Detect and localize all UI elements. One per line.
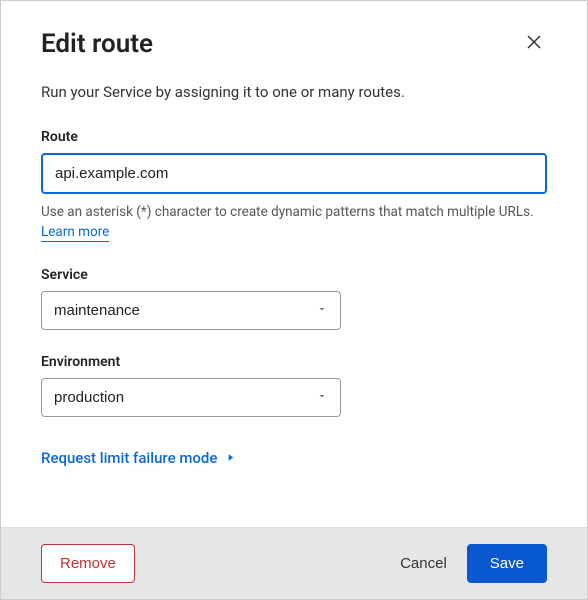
environment-select-wrapper: production <box>41 378 341 417</box>
request-limit-expand[interactable]: Request limit failure mode <box>41 449 236 467</box>
dialog-description: Run your Service by assigning it to one … <box>41 83 547 101</box>
environment-field: Environment production <box>41 354 547 417</box>
caret-down-icon <box>316 302 328 319</box>
dialog-title: Edit route <box>41 29 153 59</box>
environment-select[interactable]: production <box>41 378 341 417</box>
dialog-body: Edit route Run your Service by assigning… <box>1 1 587 527</box>
close-button[interactable] <box>521 29 547 58</box>
route-help-text: Use an asterisk (*) character to create … <box>41 202 547 243</box>
close-icon <box>525 33 543 51</box>
route-help-prefix: Use an asterisk (*) character to create … <box>41 204 534 220</box>
remove-button[interactable]: Remove <box>41 544 135 583</box>
footer-right-group: Cancel Save <box>400 544 547 583</box>
service-field: Service maintenance <box>41 267 547 330</box>
learn-more-link[interactable]: Learn more <box>41 224 109 242</box>
service-select-value: maintenance <box>54 302 140 319</box>
service-select[interactable]: maintenance <box>41 291 341 330</box>
edit-route-dialog: Edit route Run your Service by assigning… <box>0 0 588 600</box>
environment-label: Environment <box>41 354 547 370</box>
dialog-footer: Remove Cancel Save <box>1 527 587 599</box>
save-button[interactable]: Save <box>467 544 547 583</box>
cancel-button[interactable]: Cancel <box>400 555 447 572</box>
request-limit-label: Request limit failure mode <box>41 449 217 467</box>
caret-down-icon <box>316 389 328 406</box>
route-field: Route Use an asterisk (*) character to c… <box>41 129 547 243</box>
service-label: Service <box>41 267 547 283</box>
caret-right-icon <box>225 449 236 467</box>
route-input[interactable] <box>41 153 547 194</box>
route-label: Route <box>41 129 547 145</box>
environment-select-value: production <box>54 389 124 406</box>
dialog-header: Edit route <box>41 29 547 59</box>
service-select-wrapper: maintenance <box>41 291 341 330</box>
